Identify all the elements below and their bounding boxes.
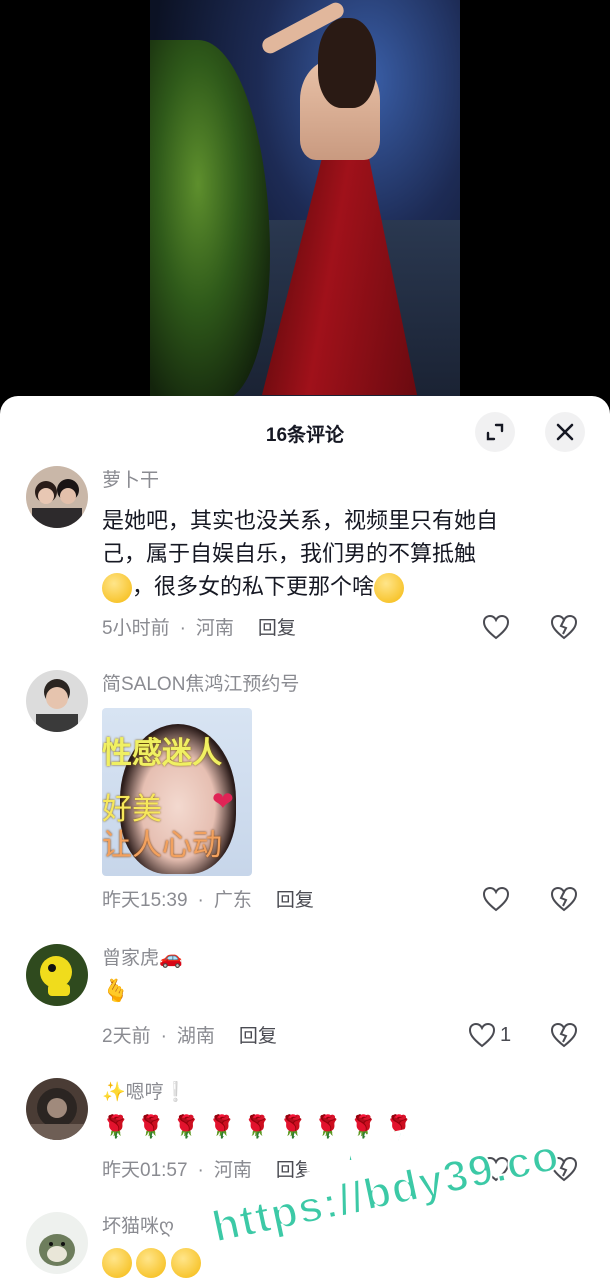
video-player[interactable]	[0, 0, 610, 410]
comment-time: 昨天01:57	[102, 1160, 188, 1181]
comment-location: 广东	[213, 890, 252, 911]
expand-button[interactable]	[475, 412, 515, 452]
avatar-image	[26, 1078, 88, 1140]
comment-location: 河南	[213, 1160, 252, 1181]
expand-icon	[486, 423, 504, 441]
broken-heart-icon	[550, 614, 578, 640]
sticker-text: 让人心动	[102, 829, 222, 862]
comment-username[interactable]: 曾家虎🚗	[102, 946, 590, 972]
comment-time: 昨天15:39	[102, 890, 188, 911]
meta-dot: ·	[197, 890, 204, 911]
emoji-icon	[136, 1248, 167, 1278]
comment-meta: 5小时前 · 河南 回复	[102, 616, 296, 642]
close-icon	[556, 423, 574, 441]
broken-heart-icon	[550, 1022, 578, 1048]
emoji-icon	[170, 1248, 201, 1278]
dislike-button[interactable]	[550, 886, 578, 912]
dislike-button[interactable]	[550, 614, 578, 640]
comment-username[interactable]: 简SALON焦鸿江预约号	[102, 672, 590, 698]
sleepy-face-emoji-icon	[374, 573, 405, 604]
comment-item: 曾家虎🚗 🫰 2天前 · 湖南 回复 1	[0, 944, 610, 1054]
like-button[interactable]: 1	[468, 1022, 511, 1048]
video-frame[interactable]	[150, 0, 460, 400]
like-count: 1	[500, 1023, 512, 1046]
avatar-image	[26, 466, 88, 528]
reply-button[interactable]: 回复	[276, 1160, 314, 1181]
avatar[interactable]	[26, 466, 88, 528]
comment-location: 湖南	[176, 1026, 215, 1047]
avatar-image	[26, 944, 88, 1006]
reply-button[interactable]: 回复	[258, 618, 296, 639]
comment-username[interactable]: ✨嗯哼❕	[102, 1080, 590, 1106]
broken-heart-icon	[550, 886, 578, 912]
avatar-image	[26, 670, 88, 732]
comment-username[interactable]: 坏猫咪ღ	[102, 1214, 590, 1240]
sticker-text: 性感迷人	[102, 737, 222, 770]
heart-outline-icon	[482, 1156, 510, 1182]
comment-meta: 昨天01:57 · 河南 回复	[102, 1158, 314, 1184]
comment-text: 🫰	[102, 978, 130, 1003]
emoji-icon	[102, 1248, 132, 1278]
comment-text-fragment: ，很多女的私下更那个啥	[132, 574, 375, 599]
meta-dot: ·	[160, 1026, 167, 1047]
meta-dot: ·	[197, 1160, 204, 1181]
heart-outline-icon	[482, 886, 510, 912]
sheet-header: 16条评论	[0, 396, 610, 468]
video-hair	[318, 18, 376, 108]
heart-outline-icon	[468, 1022, 496, 1048]
comment-meta: 2天前 · 湖南 回复	[102, 1024, 277, 1050]
smug-face-emoji-icon	[102, 573, 132, 604]
reply-button[interactable]: 回复	[239, 1026, 277, 1047]
comment-text: 是她吧，其实也没关系，视频里只有她自 己，属于自娱自乐，我们男的不算抵触 ，很多…	[102, 504, 590, 604]
comment-text-line: ，很多女的私下更那个啥	[102, 570, 590, 604]
comment-meta: 昨天15:39 · 广东 回复	[102, 888, 314, 914]
reply-button[interactable]: 回复	[276, 890, 314, 911]
like-button[interactable]	[482, 1156, 514, 1182]
heart-icon: ❤	[212, 786, 234, 816]
dislike-button[interactable]	[550, 1022, 578, 1048]
dislike-button[interactable]	[550, 1156, 578, 1182]
avatar[interactable]	[26, 1078, 88, 1140]
comment-text-line: 己，属于自娱自乐，我们男的不算抵触	[102, 541, 477, 566]
avatar-image	[26, 1212, 88, 1274]
comment-item: 萝卜干 是她吧，其实也没关系，视频里只有她自 己，属于自娱自乐，我们男的不算抵触…	[0, 466, 610, 651]
avatar[interactable]	[26, 1212, 88, 1274]
comment-sticker-image[interactable]: 性感迷人 好美 ❤ 让人心动	[102, 708, 252, 876]
broken-heart-icon	[550, 1156, 578, 1182]
comment-count-title: 16条评论	[265, 425, 345, 446]
avatar[interactable]	[26, 944, 88, 1006]
comment-text-line: 是她吧，其实也没关系，视频里只有她自	[102, 508, 499, 533]
comment-username[interactable]: 萝卜干	[102, 468, 590, 494]
heart-outline-icon	[482, 614, 510, 640]
comment-text: 🌹🌹🌹🌹🌹🌹🌹🌹🌹	[102, 1114, 421, 1139]
meta-dot: ·	[179, 618, 186, 639]
comment-location: 河南	[195, 618, 234, 639]
comment-time: 2天前	[102, 1026, 151, 1047]
video-plants	[150, 40, 270, 400]
comment-sheet: 16条评论 萝卜干 是她吧，其实也没关系，视频里只有她自 己，属于自娱自乐，我们…	[0, 396, 610, 1280]
like-button[interactable]	[482, 886, 514, 912]
comment-item: ✨嗯哼❕ 🌹🌹🌹🌹🌹🌹🌹🌹🌹 昨天01:57 · 河南 回复	[0, 1078, 610, 1190]
close-button[interactable]	[545, 412, 585, 452]
comment-item: 简SALON焦鸿江预约号 性感迷人 好美 ❤ 让人心动 昨天15:39 · 广东 回复	[0, 670, 610, 920]
comment-item: 坏猫咪ღ	[0, 1212, 610, 1280]
comment-emoji-row	[102, 1248, 590, 1278]
comment-time: 5小时前	[102, 618, 170, 639]
avatar[interactable]	[26, 670, 88, 732]
like-button[interactable]	[482, 614, 514, 640]
